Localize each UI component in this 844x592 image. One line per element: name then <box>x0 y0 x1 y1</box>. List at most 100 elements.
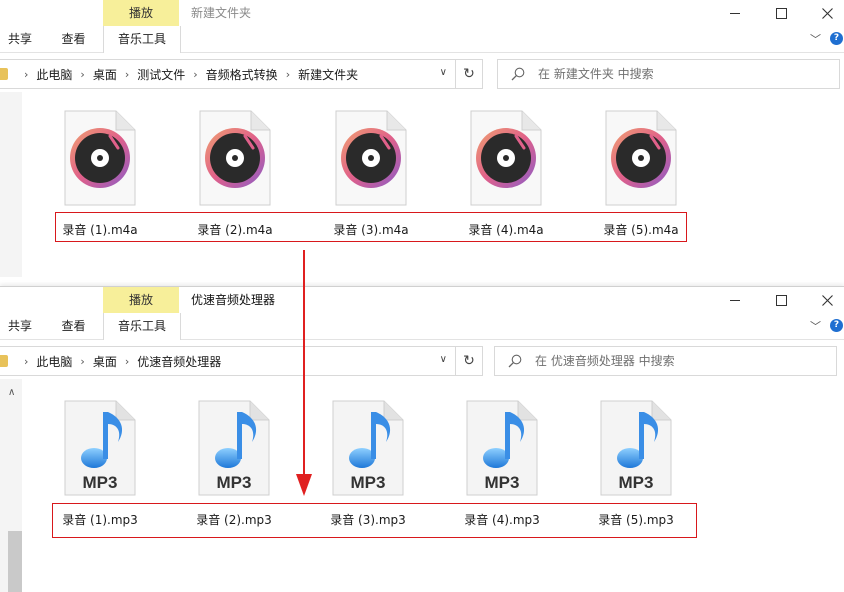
help-icon[interactable]: ? <box>830 319 843 332</box>
file-name-label: 录音 (3).mp3 <box>330 513 406 527</box>
breadcrumb-item[interactable]: 优速音频处理器 <box>137 353 221 370</box>
file-list-area: 录音 (1).m4a 录音 (2).m4a 录音 (3).m4a 录音 (4).… <box>0 92 844 277</box>
breadcrumb-item[interactable]: 桌面 <box>93 66 117 83</box>
breadcrumb-item[interactable]: 此电脑 <box>36 353 72 370</box>
file-name-label: 录音 (4).mp3 <box>464 513 540 527</box>
minimize-button[interactable] <box>712 0 758 26</box>
maximize-icon <box>775 7 787 19</box>
address-row: › 此电脑 › 桌面 › 优速音频处理器 ∨ ↻ 在 优速音频处理器 中搜索 <box>0 346 844 376</box>
minimize-button[interactable] <box>712 287 758 313</box>
contextual-tab-header: 播放 <box>103 287 179 313</box>
file-item[interactable]: MP3 录音 (1).mp3 <box>52 400 148 528</box>
window-title: 新建文件夹 <box>191 6 252 20</box>
breadcrumb-item[interactable]: 音频格式转换 <box>206 66 278 83</box>
chevron-right-icon: › <box>193 67 198 81</box>
m4a-record-icon <box>64 110 136 206</box>
m4a-record-icon <box>470 110 542 206</box>
file-name-label: 录音 (5).m4a <box>603 223 679 237</box>
file-item[interactable]: MP3 录音 (4).mp3 <box>454 400 550 528</box>
file-item[interactable]: MP3 录音 (5).mp3 <box>588 400 684 528</box>
chevron-down-icon[interactable]: ∨ <box>440 354 447 365</box>
help-icon[interactable]: ? <box>830 32 843 45</box>
tab-share[interactable]: 共享 <box>0 313 40 339</box>
explorer-window-source: 播放 新建文件夹 共享 查看 音乐工具 ﹀ ? › 此电脑 › 桌面 › 测试文… <box>0 0 844 280</box>
mp3-note-icon: MP3 <box>332 400 404 496</box>
breadcrumb: › 此电脑 › 桌面 › 测试文件 › 音频格式转换 › 新建文件夹 <box>16 60 358 88</box>
folder-icon <box>0 355 8 367</box>
search-input[interactable]: 在 新建文件夹 中搜索 <box>497 59 840 89</box>
folder-icon <box>0 68 8 80</box>
file-item[interactable]: MP3 录音 (3).mp3 <box>320 400 416 528</box>
address-row: › 此电脑 › 桌面 › 测试文件 › 音频格式转换 › 新建文件夹 ∨ ↻ 在… <box>0 59 844 89</box>
file-name-label: 录音 (5).mp3 <box>598 513 674 527</box>
minimize-icon <box>730 299 740 301</box>
file-type-badge: MP3 <box>485 473 520 492</box>
search-input[interactable]: 在 优速音频处理器 中搜索 <box>494 346 837 376</box>
breadcrumb-item[interactable]: 桌面 <box>93 353 117 370</box>
tab-view[interactable]: 查看 <box>51 313 96 339</box>
conversion-arrow-icon <box>296 250 312 496</box>
breadcrumb: › 此电脑 › 桌面 › 优速音频处理器 <box>16 347 221 375</box>
explorer-window-output: 播放 优速音频处理器 共享 查看 音乐工具 ﹀ ? › 此电脑 › 桌面 › 优… <box>0 286 844 592</box>
navigation-pane-edge <box>0 92 22 277</box>
chevron-right-icon: › <box>285 67 291 81</box>
file-item[interactable]: 录音 (5).m4a <box>593 110 689 238</box>
contextual-tab-header: 播放 <box>103 0 179 26</box>
maximize-icon <box>775 294 787 306</box>
file-name-label: 录音 (1).m4a <box>62 223 138 237</box>
m4a-record-icon <box>199 110 271 206</box>
tab-music-tools[interactable]: 音乐工具 <box>103 26 181 53</box>
file-item[interactable]: 录音 (3).m4a <box>323 110 419 238</box>
mp3-note-icon: MP3 <box>466 400 538 496</box>
file-name-label: 录音 (2).m4a <box>197 223 273 237</box>
file-name-label: 录音 (4).m4a <box>468 223 544 237</box>
close-icon <box>821 7 833 19</box>
file-type-badge: MP3 <box>619 473 654 492</box>
search-placeholder: 在 优速音频处理器 中搜索 <box>535 354 675 368</box>
file-item[interactable]: 录音 (1).m4a <box>52 110 148 238</box>
tab-view[interactable]: 查看 <box>51 26 96 52</box>
tab-share[interactable]: 共享 <box>0 26 40 52</box>
file-item[interactable]: MP3 录音 (2).mp3 <box>186 400 282 528</box>
address-bar[interactable]: › 此电脑 › 桌面 › 优速音频处理器 ∨ <box>0 346 456 376</box>
ribbon-expand-chevron-icon[interactable]: ﹀ <box>810 31 821 47</box>
close-icon <box>821 294 833 306</box>
search-icon <box>508 354 522 368</box>
mp3-note-icon: MP3 <box>64 400 136 496</box>
breadcrumb-item[interactable]: 此电脑 <box>36 66 72 83</box>
chevron-right-icon: › <box>24 354 29 368</box>
close-button[interactable] <box>804 0 844 26</box>
tab-music-tools[interactable]: 音乐工具 <box>103 313 181 340</box>
refresh-button[interactable]: ↻ <box>456 346 483 376</box>
address-bar[interactable]: › 此电脑 › 桌面 › 测试文件 › 音频格式转换 › 新建文件夹 ∨ <box>0 59 456 89</box>
maximize-button[interactable] <box>758 287 804 313</box>
file-list-area: ∧ MP3 录音 (1).mp3 MP3 录音 (2).mp3 MP3 录音 (3).… <box>0 379 844 592</box>
mp3-note-icon: MP3 <box>198 400 270 496</box>
title-bar: 播放 优速音频处理器 <box>0 287 844 313</box>
mp3-note-icon: MP3 <box>600 400 672 496</box>
chevron-right-icon: › <box>80 67 85 81</box>
breadcrumb-item[interactable]: 新建文件夹 <box>298 66 358 83</box>
file-item[interactable]: 录音 (4).m4a <box>458 110 554 238</box>
chevron-right-icon: › <box>124 67 130 81</box>
breadcrumb-item[interactable]: 测试文件 <box>137 66 185 83</box>
window-title: 优速音频处理器 <box>191 293 276 307</box>
ribbon-expand-chevron-icon[interactable]: ﹀ <box>810 318 821 334</box>
scrollbar-thumb[interactable] <box>8 531 22 592</box>
file-item[interactable]: 录音 (2).m4a <box>187 110 283 238</box>
file-type-badge: MP3 <box>351 473 386 492</box>
search-icon <box>511 67 525 81</box>
file-name-label: 录音 (3).m4a <box>333 223 409 237</box>
close-button[interactable] <box>804 287 844 313</box>
search-placeholder: 在 新建文件夹 中搜索 <box>538 67 654 81</box>
m4a-record-icon <box>335 110 407 206</box>
chevron-right-icon: › <box>24 67 29 81</box>
refresh-icon: ↻ <box>463 353 475 369</box>
file-type-badge: MP3 <box>217 473 252 492</box>
ribbon-tabs: 共享 查看 音乐工具 ﹀ ? <box>0 26 844 53</box>
chevron-down-icon[interactable]: ∨ <box>440 67 447 78</box>
ribbon-tabs: 共享 查看 音乐工具 ﹀ ? <box>0 313 844 340</box>
scroll-up-arrow-icon[interactable]: ∧ <box>8 387 15 398</box>
maximize-button[interactable] <box>758 0 804 26</box>
refresh-button[interactable]: ↻ <box>456 59 483 89</box>
